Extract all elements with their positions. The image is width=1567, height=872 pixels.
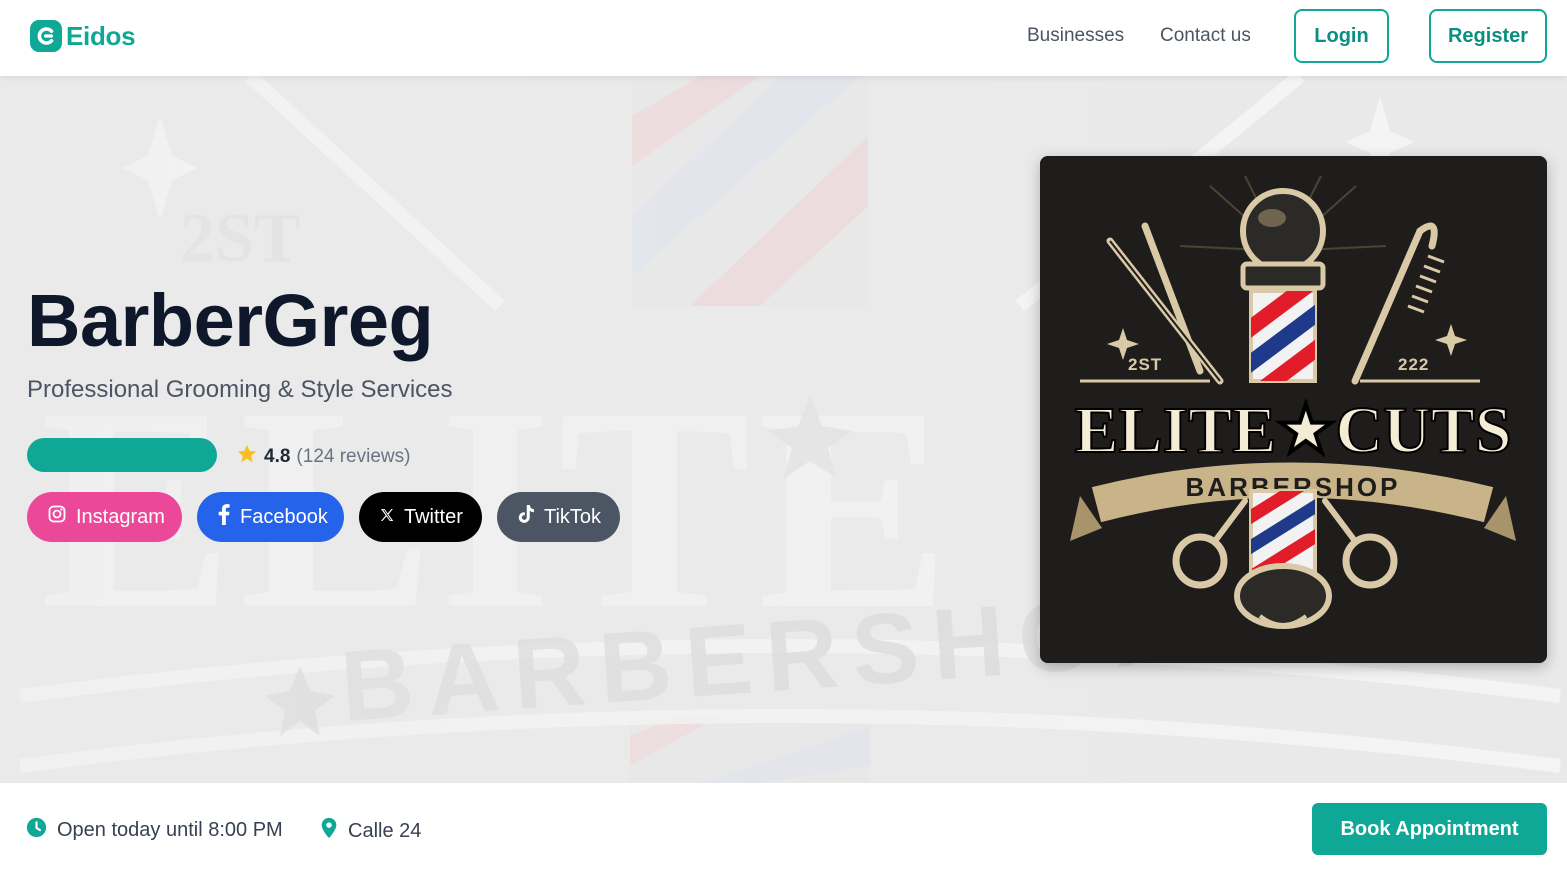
tiktok-button[interactable]: TikTok (497, 492, 620, 542)
logo-right-mark: 222 (1398, 355, 1429, 374)
facebook-label: Facebook (240, 505, 328, 528)
twitter-label: Twitter (404, 505, 463, 528)
business-hero: 2ST ELITE CU BARBERSHOP BarberGreg Profe… (0, 76, 1567, 783)
x-icon (379, 506, 395, 529)
logo-headline: ELITE★CUTS (1075, 394, 1512, 467)
tiktok-label: TikTok (544, 505, 602, 528)
login-button[interactable]: Login (1294, 9, 1389, 63)
register-button[interactable]: Register (1429, 9, 1547, 63)
opening-hours-text: Open today until 8:00 PM (57, 819, 283, 841)
twitter-button[interactable]: Twitter (359, 492, 482, 542)
clock-icon (26, 817, 47, 844)
business-logo-image: 2ST 222 ELITE★CUTS BARBERSHOP (1040, 156, 1547, 663)
location: Calle 24 (320, 817, 421, 845)
brand-name: Eidos (66, 20, 136, 51)
tiktok-icon (517, 504, 535, 530)
star-icon (236, 443, 258, 471)
instagram-label: Instagram (76, 505, 165, 528)
rating-summary: 4.8 (124 reviews) (236, 443, 410, 471)
logo-left-mark: 2ST (1128, 355, 1162, 374)
status-badge (27, 438, 217, 472)
rating-value: 4.8 (264, 446, 291, 467)
brand-logo[interactable]: Eidos (30, 20, 136, 52)
facebook-icon (217, 503, 231, 531)
map-pin-icon (320, 817, 338, 845)
top-navbar: Eidos Businesses Contact us Login Regist… (0, 0, 1567, 76)
nav-link-businesses[interactable]: Businesses (1027, 25, 1124, 47)
business-name: BarberGreg (27, 279, 434, 362)
eidos-logo-icon (30, 20, 62, 52)
facebook-button[interactable]: Facebook (197, 492, 344, 542)
instagram-button[interactable]: Instagram (27, 492, 182, 542)
book-appointment-button[interactable]: Book Appointment (1312, 803, 1547, 855)
opening-hours: Open today until 8:00 PM (26, 817, 283, 844)
business-info-bar: Open today until 8:00 PM Calle 24 Book A… (0, 783, 1567, 872)
location-text: Calle 24 (348, 819, 422, 842)
instagram-icon (47, 504, 67, 530)
review-count: (124 reviews) (296, 446, 411, 467)
nav-link-contact[interactable]: Contact us (1160, 25, 1251, 47)
business-tagline: Professional Grooming & Style Services (27, 376, 453, 403)
